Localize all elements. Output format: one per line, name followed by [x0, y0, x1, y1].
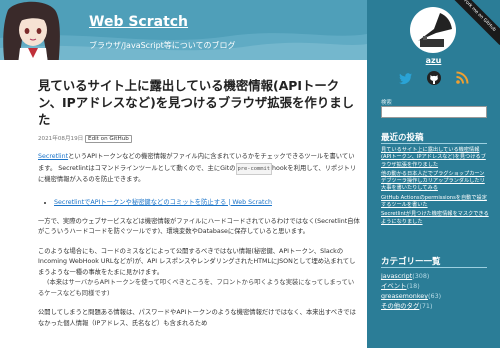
recent-post-link[interactable]: Secretlintが見つけた機密情報をマスクできるようになりました [381, 211, 489, 226]
category-item[interactable]: イベント(18) [381, 281, 489, 291]
inline-code: pre-commit [235, 162, 273, 175]
paragraph-3-note: (本来はサーバからAPIトークンを使って叩くべきところを、フロントから叩くような… [38, 279, 355, 297]
profile-image[interactable] [410, 7, 456, 53]
search-input[interactable] [381, 106, 487, 118]
secretlint-link[interactable]: Secretlint [38, 153, 68, 160]
site-description: ブラウザ/JavaScript等についてのブログ [89, 41, 236, 50]
category-count: (71) [419, 302, 433, 310]
recent-post-link[interactable]: GitHub Actionsのpermissionsを自動で設定するツールを書い… [381, 195, 489, 210]
sidebar: Fork me on GitHub azu 検索 最近の投稿 見ているサイト上に… [367, 0, 500, 348]
github-icon [427, 71, 441, 85]
edit-on-github-link[interactable]: Edit on GitHub [85, 135, 132, 143]
category-count: (18) [406, 282, 420, 290]
social-links [398, 70, 470, 87]
article-paragraph-1: SecretlintというAPIトークンなどの機密情報がファイル内に含まれている… [38, 152, 360, 186]
recent-posts-list: 見ているサイト上に露出している機密情報(APIトークン、IPアドレスなど)を見つ… [381, 147, 489, 228]
recent-posts-heading: 最近の投稿 [381, 133, 424, 143]
category-item[interactable]: javascript(308) [381, 271, 489, 281]
rss-icon [456, 71, 469, 84]
article: 見ているサイト上に露出している機密情報(APIトークン、IPアドレスなど)を見つ… [38, 77, 360, 329]
article-date: 2021年08月19日 [38, 136, 84, 142]
main-content: 見ているサイト上に露出している機密情報(APIトークン、IPアドレスなど)を見つ… [0, 60, 367, 348]
recent-post-link[interactable]: 見ているサイト上に露出している機密情報(APIトークン、IPアドレスなど)を見つ… [381, 147, 489, 169]
gramophone-profile-icon [418, 13, 452, 47]
article-title: 見ているサイト上に露出している機密情報(APIトークン、IPアドレスなど)を見つ… [38, 78, 354, 127]
twitter-icon [399, 73, 412, 84]
fork-me-ribbon[interactable]: Fork me on GitHub [450, 0, 500, 45]
site-title[interactable]: Web Scratch [89, 14, 188, 30]
github-link[interactable] [426, 70, 442, 86]
category-name[interactable]: greasemonkey [381, 292, 428, 300]
user-name-link[interactable]: azu [367, 56, 500, 65]
secretlint-article-link[interactable]: SecretlintでAPIトークンや秘密鍵などのコミットを防止する | Web… [54, 199, 272, 206]
category-name[interactable]: その他のタグ [381, 302, 419, 310]
link-list: SecretlintでAPIトークンや秘密鍵などのコミットを防止する | Web… [54, 198, 360, 208]
article-paragraph-2: 一方で、実際のウェブサービスなどは機密情報がファイルにハードコードされているわけ… [38, 217, 360, 236]
article-meta: 2021年08月19日 Edit on GitHub [38, 134, 360, 143]
search-label: 検索 [381, 100, 392, 106]
article-paragraph-3: このような場合にも、コードのミスなどによって公開するべきではない情報(秘密鍵、A… [38, 247, 360, 300]
list-item: SecretlintでAPIトークンや秘密鍵などのコミットを防止する | Web… [54, 198, 360, 208]
category-name[interactable]: イベント [381, 282, 407, 290]
site-header: Web Scratch ブラウザ/JavaScript等についてのブログ [0, 0, 367, 60]
category-item[interactable]: その他のタグ(71) [381, 301, 489, 311]
twitter-link[interactable] [398, 70, 414, 86]
category-count: (308) [412, 272, 430, 280]
category-list: javascript(308) イベント(18) greasemonkey(63… [381, 271, 489, 311]
paragraph-3-text: このような場合にも、コードのミスなどによって公開するべきではない情報(秘密鍵、A… [38, 247, 356, 276]
category-count: (63) [428, 292, 442, 300]
girl-avatar-icon [3, 1, 60, 60]
rss-link[interactable] [454, 70, 470, 86]
recent-post-link[interactable]: 他の動かる日本人だでプラグショップカーンデブツーラ操作しカリアップランダルしたリ… [381, 171, 489, 193]
category-item[interactable]: greasemonkey(63) [381, 291, 489, 301]
recent-posts-divider [381, 143, 487, 144]
category-name[interactable]: javascript [381, 272, 412, 280]
categories-heading: カテゴリー一覧 [381, 257, 441, 267]
categories-divider [381, 267, 487, 268]
article-paragraph-4: 公開してしまうと問題ある情報は、パスワードやAPIトークンのような機密情報だけで… [38, 309, 356, 327]
